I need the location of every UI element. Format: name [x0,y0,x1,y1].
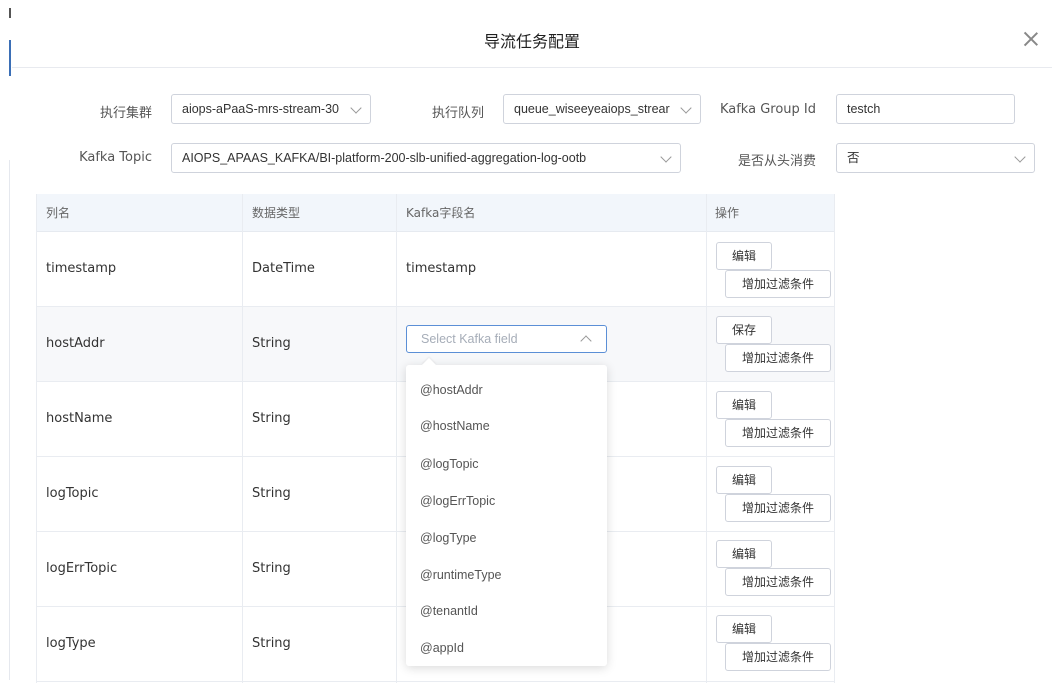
topic-select[interactable]: AIOPS_APAAS_KAFKA/BI-platform-200-slb-un… [171,143,681,173]
from-start-select[interactable]: 否 [836,143,1035,173]
from-start-value: 否 [847,151,860,165]
edit-button[interactable]: 编辑 [716,466,772,494]
add-filter-button[interactable]: 增加过滤条件 [725,568,831,596]
save-button[interactable]: 保存 [716,316,772,344]
group-id-label: Kafka Group Id [719,102,816,117]
cell-data-type: String [252,411,291,426]
chevron-down-icon [350,102,362,114]
dropdown-option[interactable]: @runtimeType [420,565,501,585]
column-header-type: 数据类型 [252,206,301,220]
cell-column-name: logErrTopic [46,561,118,576]
add-filter-button[interactable]: 增加过滤条件 [725,270,831,298]
cell-data-type: String [252,636,291,651]
edit-button[interactable]: 编辑 [716,615,772,643]
cell-column-name: logType [46,636,96,651]
cluster-select-value: aiops-aPaaS-mrs-stream-30 [182,102,339,116]
group-id-input[interactable]: testch [836,94,1015,124]
dialog-header: 导流任务配置 [12,0,1052,68]
cell-data-type: String [252,336,291,351]
add-filter-button[interactable]: 增加过滤条件 [725,419,831,447]
add-filter-button[interactable]: 增加过滤条件 [725,643,831,671]
edit-button[interactable]: 编辑 [716,540,772,568]
cell-column-name: hostName [46,411,113,426]
kafka-field-select[interactable]: Select Kafka field [406,325,607,353]
queue-select-value: queue_wiseeyeaiops_strear [514,102,670,116]
cell-column-name: timestamp [46,261,117,276]
cell-column-name: hostAddr [46,336,105,351]
dropdown-option[interactable]: @logType [420,528,476,548]
dropdown-option[interactable]: @hostName [420,416,490,436]
dialog-title: 导流任务配置 [483,32,580,51]
column-header-kafka: Kafka字段名 [406,206,476,220]
queue-select[interactable]: queue_wiseeyeaiops_strear [503,94,701,124]
cell-data-type: String [252,486,291,501]
from-start-label: 是否从头消费 [737,154,816,169]
dropdown-option[interactable]: @logTopic [420,454,479,474]
queue-label: 执行队列 [431,106,484,121]
cluster-label: 执行集群 [99,106,152,121]
add-filter-button[interactable]: 增加过滤条件 [725,344,831,372]
cell-column-name: logTopic [46,486,99,501]
cell-kafka-field: timestamp [406,261,477,276]
dropdown-option[interactable]: @logErrTopic [420,491,495,511]
chevron-down-icon [680,102,692,114]
window-left-edge [0,0,11,683]
dropdown-option[interactable]: @appId [420,638,464,658]
column-header-name: 列名 [46,206,71,220]
cluster-select[interactable]: aiops-aPaaS-mrs-stream-30 [171,94,371,124]
kafka-field-placeholder: Select Kafka field [421,332,518,346]
chevron-down-icon [1014,151,1026,163]
column-header-actions: 操作 [715,206,740,220]
edit-button[interactable]: 编辑 [716,391,772,419]
dropdown-option[interactable]: @tenantId [420,601,478,621]
add-filter-button[interactable]: 增加过滤条件 [725,494,831,522]
topic-select-value: AIOPS_APAAS_KAFKA/BI-platform-200-slb-un… [182,151,587,165]
cell-data-type: DateTime [252,261,315,276]
dropdown-option[interactable]: @hostAddr [420,380,483,400]
close-icon[interactable] [1024,32,1038,46]
edit-button[interactable]: 编辑 [716,242,772,270]
cell-data-type: String [252,561,291,576]
topic-label: Kafka Topic [79,150,152,165]
table-header: 列名 数据类型 Kafka字段名 操作 [36,194,835,232]
chevron-down-icon [660,151,672,163]
group-id-value: testch [847,102,881,116]
kafka-field-dropdown: @hostAddr @hostName @logTopic @logErrTop… [406,365,607,666]
chevron-up-icon [580,335,592,347]
